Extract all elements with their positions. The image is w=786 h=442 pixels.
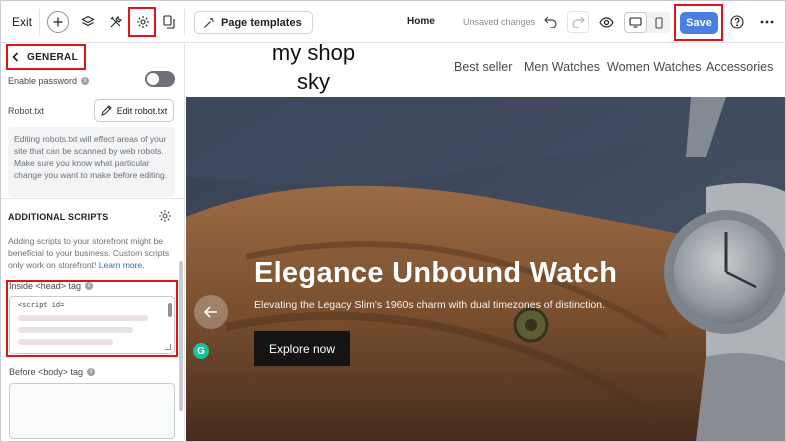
nav-men-watches[interactable]: Men Watches bbox=[524, 60, 600, 74]
mobile-view-icon[interactable] bbox=[648, 13, 669, 32]
exit-button[interactable]: Exit bbox=[12, 15, 32, 29]
info-icon: i bbox=[85, 282, 94, 290]
redacted-line bbox=[18, 327, 133, 333]
redacted-line bbox=[18, 339, 113, 345]
body-tag-row: Before <body> tag i bbox=[9, 367, 96, 377]
enable-password-label: Enable password bbox=[8, 76, 78, 86]
edit-robots-button[interactable]: Edit robot.txt bbox=[94, 99, 174, 122]
toolbar-divider bbox=[39, 9, 40, 35]
arrow-left-icon bbox=[204, 306, 217, 318]
settings-gear-icon[interactable] bbox=[132, 11, 154, 33]
page-templates-label: Page templates bbox=[221, 16, 302, 29]
toggle-knob bbox=[147, 73, 159, 85]
nav-women-watches[interactable]: Women Watches bbox=[607, 60, 701, 74]
robots-note: Editing robots.txt will effect areas of … bbox=[8, 127, 175, 197]
edit-icon bbox=[100, 105, 112, 116]
back-to-settings-button[interactable]: GENERAL bbox=[6, 44, 86, 70]
code-scrollbar[interactable] bbox=[168, 303, 172, 317]
section-divider bbox=[1, 198, 184, 199]
head-tag-textarea[interactable]: <script id= bbox=[9, 296, 175, 354]
additional-scripts-title: ADDITIONAL SCRIPTS bbox=[8, 212, 109, 222]
explore-now-button[interactable]: Explore now bbox=[254, 331, 350, 366]
device-toggle bbox=[624, 12, 670, 33]
panel-title: GENERAL bbox=[27, 51, 78, 63]
storefront-preview: my shop sky Best seller Men Watches Wome… bbox=[186, 43, 785, 441]
info-icon: i bbox=[87, 368, 96, 376]
store-logo[interactable]: my shop sky bbox=[266, 43, 361, 96]
enable-password-toggle[interactable] bbox=[145, 71, 175, 87]
resize-handle[interactable] bbox=[165, 344, 171, 350]
robots-label: Robot.txt bbox=[8, 106, 45, 116]
undo-icon[interactable] bbox=[539, 11, 561, 33]
scripts-settings-gear-icon[interactable] bbox=[158, 209, 172, 223]
body-tag-label: Before <body> tag bbox=[9, 367, 84, 377]
save-status: Unsaved changes bbox=[463, 17, 536, 27]
edit-robots-label: Edit robot.txt bbox=[116, 105, 168, 116]
toolbar-divider bbox=[184, 9, 185, 35]
hero-subtitle: Elevating the Legacy Slim's 1960s charm … bbox=[254, 299, 606, 311]
hero-banner: Elegance Unbound Watch Elevating the Leg… bbox=[186, 97, 785, 441]
slider-prev-button[interactable] bbox=[194, 295, 228, 329]
hero-title: Elegance Unbound Watch bbox=[254, 257, 618, 289]
logo-line-1: my shop bbox=[271, 43, 356, 65]
nav-accessories[interactable]: Accessories bbox=[706, 60, 773, 74]
help-icon[interactable] bbox=[726, 11, 748, 33]
learn-more-link[interactable]: Learn more. bbox=[99, 260, 145, 270]
scripts-description: Adding scripts to your storefront might … bbox=[8, 235, 178, 271]
editor-window: Exit Page templates Home Unsaved changes bbox=[0, 0, 786, 442]
settings-sidebar: GENERAL Enable password i Robot.txt Edit… bbox=[1, 43, 185, 441]
nav-best-seller[interactable]: Best seller bbox=[454, 60, 512, 74]
body-tag-textarea[interactable] bbox=[9, 383, 175, 439]
enable-password-row: Enable password i bbox=[8, 76, 90, 86]
add-section-icon[interactable] bbox=[47, 11, 69, 33]
info-icon: i bbox=[81, 77, 90, 85]
magic-wand-icon bbox=[204, 17, 214, 28]
more-options-icon[interactable] bbox=[756, 11, 778, 33]
save-button[interactable]: Save bbox=[680, 12, 718, 34]
grammarly-icon[interactable]: G bbox=[193, 343, 209, 359]
page-templates-button[interactable]: Page templates bbox=[194, 11, 313, 34]
layers-icon[interactable] bbox=[77, 11, 99, 33]
preview-eye-icon[interactable] bbox=[595, 11, 617, 33]
scripts-description-text: Adding scripts to your storefront might … bbox=[8, 236, 170, 270]
top-toolbar: Exit Page templates Home Unsaved changes bbox=[1, 1, 785, 43]
desktop-view-icon[interactable] bbox=[625, 13, 646, 32]
sidebar-scrollbar[interactable] bbox=[179, 261, 183, 411]
logo-line-2: sky bbox=[297, 69, 330, 94]
page-selector[interactable]: Home bbox=[407, 16, 435, 27]
redacted-line bbox=[18, 315, 148, 321]
tools-icon[interactable] bbox=[105, 11, 127, 33]
head-tag-row: Inside <head> tag i bbox=[9, 281, 94, 291]
pages-icon[interactable] bbox=[158, 11, 180, 33]
head-tag-code: <script id= bbox=[18, 301, 65, 309]
redo-icon[interactable] bbox=[567, 11, 589, 33]
chevron-left-icon bbox=[12, 52, 19, 62]
head-tag-label: Inside <head> tag bbox=[9, 281, 82, 291]
